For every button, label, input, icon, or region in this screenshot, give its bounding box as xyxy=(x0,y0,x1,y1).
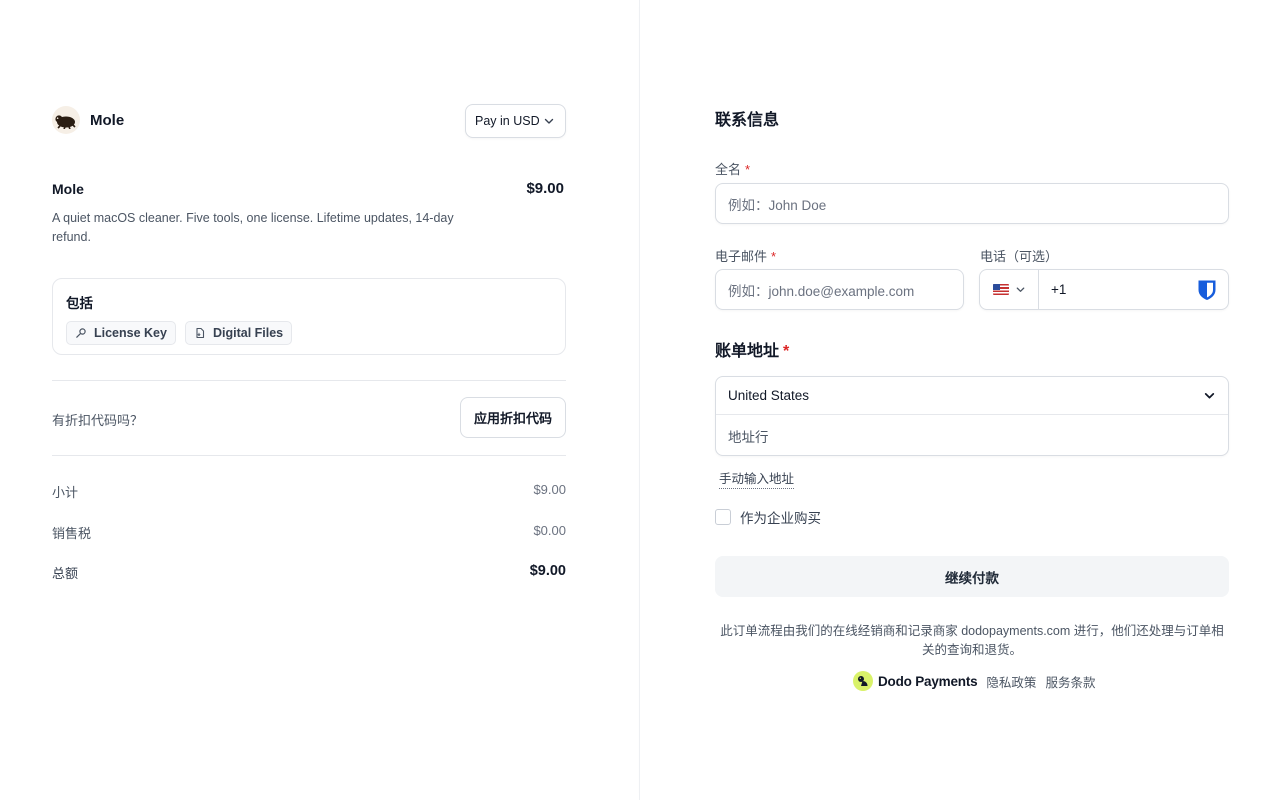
contact-section-title: 联系信息 xyxy=(715,112,780,129)
chip-label: Digital Files xyxy=(212,326,284,340)
key-icon xyxy=(76,328,86,338)
phone-country-select[interactable] xyxy=(980,270,1039,309)
footer: Dodo Payments 隐私政策 服务条款 xyxy=(853,671,1095,691)
currency-label: Pay in USD xyxy=(475,114,540,128)
phone-input[interactable]: +1 xyxy=(1039,270,1194,309)
business-purchase-row[interactable]: 作为企业购买 xyxy=(715,507,821,527)
billing-title-text: 账单地址 xyxy=(715,343,780,360)
continue-payment-button[interactable]: 继续付款 xyxy=(715,556,1229,597)
subtotal-label: 小计 xyxy=(52,485,79,500)
currency-select[interactable]: Pay in USD xyxy=(465,104,566,138)
dodo-brand-name: Dodo Payments xyxy=(878,673,978,689)
brand-name: Mole xyxy=(90,111,125,129)
chip-license-key: License Key xyxy=(66,321,176,345)
discount-question: 有折扣代码吗？ xyxy=(52,413,144,428)
manual-address-link[interactable]: 手动输入地址 xyxy=(719,468,795,489)
chevron-down-icon xyxy=(1204,393,1215,399)
chevron-down-icon xyxy=(1016,287,1024,292)
total-value: $9.00 xyxy=(529,563,566,579)
subtotal-row: 小计 $9.00 xyxy=(52,482,566,501)
email-label-text: 电子邮件 xyxy=(715,249,768,264)
required-mark: * xyxy=(771,249,777,264)
chip-label: License Key xyxy=(94,326,167,340)
terms-link[interactable]: 服务条款 xyxy=(1045,672,1095,691)
email-label: 电子邮件 * xyxy=(715,246,776,265)
product-title: Mole xyxy=(52,181,84,197)
includes-box: 包括 License Key Digital Files xyxy=(52,278,566,355)
required-mark: * xyxy=(745,162,751,177)
business-label: 作为企业购买 xyxy=(740,511,821,526)
full-name-input[interactable]: 例如：John Doe xyxy=(715,183,1229,224)
file-icon xyxy=(196,327,205,339)
total-label: 总额 xyxy=(52,566,79,581)
total-row: 总额 $9.00 xyxy=(52,563,566,582)
chip-digital-files: Digital Files xyxy=(184,321,293,345)
privacy-link[interactable]: 隐私政策 xyxy=(986,672,1036,691)
password-manager-icon[interactable] xyxy=(1194,270,1220,309)
tax-row: 销售税 $0.00 xyxy=(52,523,566,542)
required-mark: * xyxy=(783,343,790,360)
divider xyxy=(52,455,566,456)
apply-discount-button[interactable]: 应用折扣代码 xyxy=(460,397,566,438)
mole-logo-icon xyxy=(52,106,80,134)
address-line-input[interactable]: 地址行 xyxy=(716,415,1228,456)
tax-label: 销售税 xyxy=(52,526,92,541)
chevron-down-icon xyxy=(544,118,554,124)
phone-label: 电话（可选） xyxy=(980,249,1059,264)
merchant-disclaimer: 此订单流程由我们的在线经销商和记录商家 dodopayments.com 进行，… xyxy=(720,624,1224,657)
full-name-label: 全名 * xyxy=(715,159,750,178)
email-input[interactable]: 例如：john.doe@example.com xyxy=(715,269,964,310)
country-select[interactable]: United States xyxy=(716,377,1228,415)
billing-address-box: United States 地址行 xyxy=(715,376,1229,456)
dodo-logo-icon xyxy=(853,671,873,691)
phone-field: +1 xyxy=(979,269,1229,310)
includes-title: 包括 xyxy=(66,296,93,311)
full-name-label-text: 全名 xyxy=(715,162,742,177)
billing-section-title: 账单地址 * xyxy=(715,337,789,361)
country-value: United States xyxy=(728,388,810,403)
subtotal-value: $9.00 xyxy=(533,482,566,497)
us-flag-icon xyxy=(992,284,1009,295)
brand: Mole xyxy=(52,106,124,134)
business-checkbox[interactable] xyxy=(715,509,731,525)
divider xyxy=(52,380,566,381)
order-summary-panel: Mole Pay in USD Mole $9.00 A quiet macOS… xyxy=(0,0,640,800)
tax-value: $0.00 xyxy=(533,523,566,538)
product-price: $9.00 xyxy=(526,180,564,197)
dodo-brand[interactable]: Dodo Payments xyxy=(853,671,978,691)
product-description: A quiet macOS cleaner. Five tools, one l… xyxy=(52,211,454,244)
